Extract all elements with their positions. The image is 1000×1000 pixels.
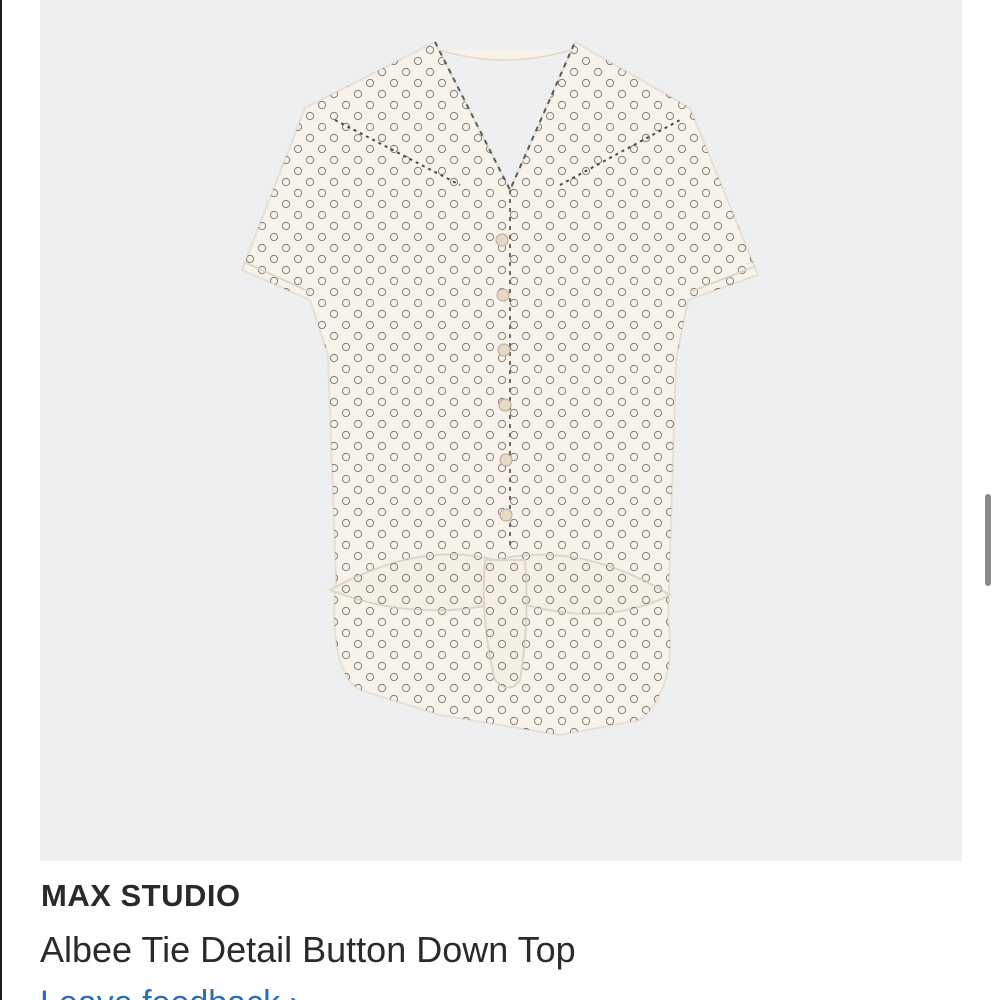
- product-detail-page: MAX STUDIO Albee Tie Detail Button Down …: [0, 0, 1000, 1000]
- screen-left-edge: [0, 0, 2, 1000]
- leave-feedback-link[interactable]: Leave feedback ›: [40, 984, 301, 1000]
- scroll-indicator[interactable]: [985, 494, 991, 586]
- product-image[interactable]: [40, 0, 962, 861]
- brand-name: MAX STUDIO: [41, 878, 241, 913]
- chevron-right-icon: ›: [290, 984, 301, 1000]
- feedback-link-label: Leave feedback: [40, 984, 280, 1000]
- blouse-shape: [240, 40, 760, 737]
- product-title: Albee Tie Detail Button Down Top: [40, 929, 576, 970]
- blouse-illustration: [240, 40, 760, 737]
